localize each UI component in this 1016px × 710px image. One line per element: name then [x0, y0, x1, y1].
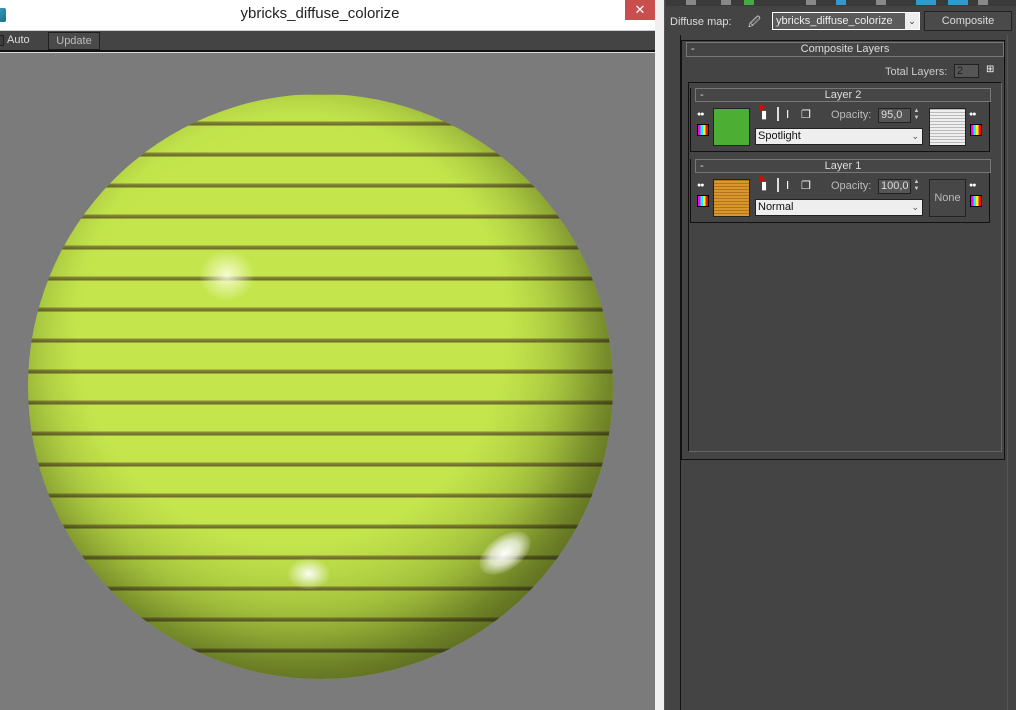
preview-sphere [28, 94, 613, 679]
layer-name: Layer 2 [824, 89, 862, 101]
duplicate-layer-icon[interactable]: ❐ [801, 179, 811, 192]
toolbar-icon[interactable] [916, 0, 936, 5]
material-preview-window: ybricks_diffuse_colorize ✕ Auto Update [0, 0, 655, 710]
mask-color-correction-icon[interactable] [970, 124, 982, 136]
toolbar-icon[interactable] [806, 0, 816, 5]
spin-down-icon[interactable]: ▼ [912, 115, 921, 122]
blend-mode-dropdown[interactable]: Spotlight ⌄ [755, 128, 923, 145]
app-root: ybricks_diffuse_colorize ✕ Auto Update D [0, 0, 1016, 710]
visibility-eye-icon[interactable]: ●● [697, 111, 705, 118]
opacity-field[interactable]: 95,0 [878, 108, 911, 123]
toolbar-icon[interactable] [744, 0, 754, 5]
map-name-dropdown[interactable]: ybricks_diffuse_colorize ⌄ [772, 12, 920, 30]
diffuse-map-label: Diffuse map: [670, 16, 732, 28]
opacity-spinner[interactable]: ▲ ▼ [912, 108, 921, 123]
eyedropper-icon[interactable]: 🖉 [748, 13, 762, 29]
opacity-label: Opacity: [831, 109, 872, 121]
window-title: ybricks_diffuse_colorize [240, 5, 400, 22]
toolbar-icon[interactable] [836, 0, 846, 5]
toolbar-icon[interactable] [978, 0, 988, 5]
rollout-header[interactable]: - Composite Layers [686, 42, 1004, 57]
chevron-down-icon: ⌄ [911, 202, 919, 212]
delete-x-icon: ✖ [758, 103, 766, 113]
layer-header[interactable]: - Layer 2 [695, 88, 991, 102]
color-correction-icon[interactable] [697, 124, 709, 136]
toolbar-icon[interactable] [686, 0, 696, 5]
blend-mode-dropdown[interactable]: Normal ⌄ [755, 199, 923, 216]
add-layer-icon[interactable]: ⊞ [986, 64, 998, 76]
window-divider [655, 0, 665, 710]
separator [777, 178, 779, 192]
collapse-icon[interactable]: - [700, 160, 704, 172]
color-correction-icon[interactable] [697, 195, 709, 207]
total-layers-field: 2 [954, 64, 979, 78]
layer-row: - Layer 2 ●● ▮ ✖ Ⅰ ❐ Opacity: 95,0 ▲ ▼ Spo… [690, 88, 991, 152]
preview-toolbar: Auto Update [0, 30, 655, 50]
panel-toolbar [666, 0, 1016, 6]
toolbar-icon[interactable] [876, 0, 886, 5]
collapse-icon[interactable]: - [691, 43, 695, 56]
collapse-icon[interactable]: - [700, 89, 704, 101]
chevron-down-icon[interactable]: ⌄ [905, 13, 919, 29]
layer-row: - Layer 1 ●● ▮ ✖ Ⅰ ❐ Opacity: 100,0 ▲ ▼ No… [690, 159, 991, 223]
mask-map-button[interactable]: None [929, 179, 966, 217]
layer-texture-swatch[interactable] [713, 179, 750, 217]
total-layers-label: Total Layers: [885, 66, 948, 78]
delete-x-icon: ✖ [758, 174, 766, 184]
mask-visibility-eye-icon[interactable]: ●● [969, 182, 977, 189]
blend-mode-value: Spotlight [758, 130, 801, 142]
mask-color-correction-icon[interactable] [970, 195, 982, 207]
layer-color-swatch[interactable] [713, 108, 750, 146]
material-editor-panel: Diffuse map: 🖉 ybricks_diffuse_colorize … [666, 0, 1016, 710]
visibility-eye-icon[interactable]: ●● [697, 182, 705, 189]
spin-down-icon[interactable]: ▼ [912, 186, 921, 193]
mask-map-button[interactable] [929, 108, 966, 146]
duplicate-layer-icon[interactable]: ❐ [801, 108, 811, 121]
update-button[interactable]: Update [48, 32, 100, 50]
spin-up-icon[interactable]: ▲ [912, 108, 921, 115]
auto-checkbox[interactable] [0, 35, 4, 46]
rollout-title: Composite Layers [800, 43, 890, 55]
map-type-button[interactable]: Composite [924, 11, 1012, 31]
blend-mode-value: Normal [758, 201, 794, 213]
toolbar-icon[interactable] [948, 0, 968, 5]
close-button[interactable]: ✕ [625, 0, 655, 20]
toolbar-icon[interactable] [721, 0, 731, 5]
viewport-border [0, 50, 655, 53]
opacity-field[interactable]: 100,0 [878, 179, 911, 194]
opacity-label: Opacity: [831, 180, 872, 192]
title-bar: ybricks_diffuse_colorize ✕ [0, 0, 655, 30]
separator [777, 107, 779, 121]
layer-header[interactable]: - Layer 1 [695, 159, 991, 173]
mask-visibility-eye-icon[interactable]: ●● [969, 111, 977, 118]
render-viewport[interactable] [0, 54, 655, 710]
chevron-down-icon: ⌄ [911, 131, 919, 141]
spin-up-icon[interactable]: ▲ [912, 179, 921, 186]
layer-name: Layer 1 [824, 160, 862, 172]
rename-layer-icon[interactable]: Ⅰ [786, 108, 789, 121]
opacity-spinner[interactable]: ▲ ▼ [912, 179, 921, 194]
delete-layer-icon[interactable]: ▮ ✖ [758, 103, 767, 121]
auto-label: Auto [7, 34, 30, 46]
rename-layer-icon[interactable]: Ⅰ [786, 179, 789, 192]
map-name-value: ybricks_diffuse_colorize [776, 15, 893, 27]
delete-layer-icon[interactable]: ▮ ✖ [758, 174, 767, 192]
